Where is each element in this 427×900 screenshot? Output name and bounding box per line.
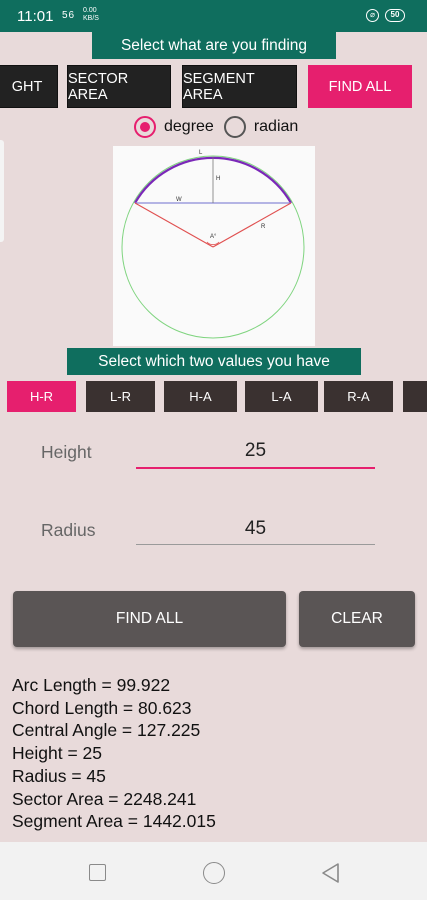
result-height: Height = 25 (12, 743, 102, 764)
status-time: 11:01 (17, 8, 54, 25)
unit-selector: degree radian (134, 116, 298, 138)
find-all-button[interactable]: FIND ALL (13, 591, 286, 647)
tab-segment-area[interactable]: SEGMENT AREA (182, 65, 297, 108)
back-icon[interactable] (320, 862, 342, 884)
degree-label: degree (164, 118, 214, 135)
battery-icon: 50 (385, 9, 405, 22)
height-underline (136, 467, 375, 469)
network-indicator: 56 (62, 10, 76, 21)
pair-l-a[interactable]: L-A (245, 381, 318, 412)
result-radius: Radius = 45 (12, 765, 106, 786)
label-r: R (261, 224, 266, 230)
system-nav-bar (0, 842, 427, 900)
pair-more[interactable] (403, 381, 427, 412)
sync-icon: ⌀ (366, 9, 379, 22)
label-l: L (199, 150, 203, 156)
pair-h-r[interactable]: H-R (7, 381, 76, 412)
height-label: Height (41, 442, 92, 462)
radius-input[interactable] (136, 512, 375, 546)
values-header: Select which two values you have (67, 348, 361, 375)
network-speed: 0.00 KB/S (83, 7, 99, 22)
result-chord-length: Chord Length = 80.623 (12, 697, 192, 718)
status-right: ⌀ 50 (366, 9, 405, 22)
radian-radio[interactable] (223, 116, 246, 138)
tab-find-all[interactable]: FIND ALL (308, 65, 412, 108)
edge-handle[interactable] (0, 140, 4, 242)
finding-header: Select what are you finding (92, 32, 336, 59)
pair-h-a[interactable]: H-A (164, 381, 237, 412)
height-input[interactable] (136, 434, 375, 468)
recents-icon[interactable] (89, 864, 106, 881)
result-arc-length: Arc Length = 99.922 (12, 675, 171, 695)
result-segment-area: Segment Area = 1442.015 (12, 811, 216, 832)
clear-button[interactable]: CLEAR (299, 591, 415, 647)
radius-label: Radius (41, 520, 96, 540)
tab-sector-area[interactable]: SECTOR AREA (67, 65, 171, 108)
degree-radio[interactable] (134, 116, 156, 138)
radius-line-right (212, 202, 292, 248)
pair-l-r[interactable]: L-R (86, 381, 155, 412)
label-w: W (176, 197, 182, 203)
circle-segment-diagram: L H W R A° (113, 146, 315, 346)
radian-label: radian (253, 118, 299, 135)
result-sector-area: Sector Area = 2248.241 (12, 788, 197, 809)
label-a: A° (210, 234, 217, 240)
radius-underline (136, 544, 375, 545)
status-bar: 11:01 56 0.00 KB/S ⌀ 50 (0, 0, 427, 32)
results-list: Arc Length = 99.922 Chord Length = 80.62… (12, 674, 216, 833)
home-icon[interactable] (203, 862, 225, 884)
label-h: H (216, 176, 220, 182)
radius-line-left (134, 202, 214, 248)
result-central-angle: Central Angle = 127.225 (12, 720, 201, 741)
tab-height[interactable]: GHT (0, 65, 58, 108)
pair-r-a[interactable]: R-A (324, 381, 393, 412)
